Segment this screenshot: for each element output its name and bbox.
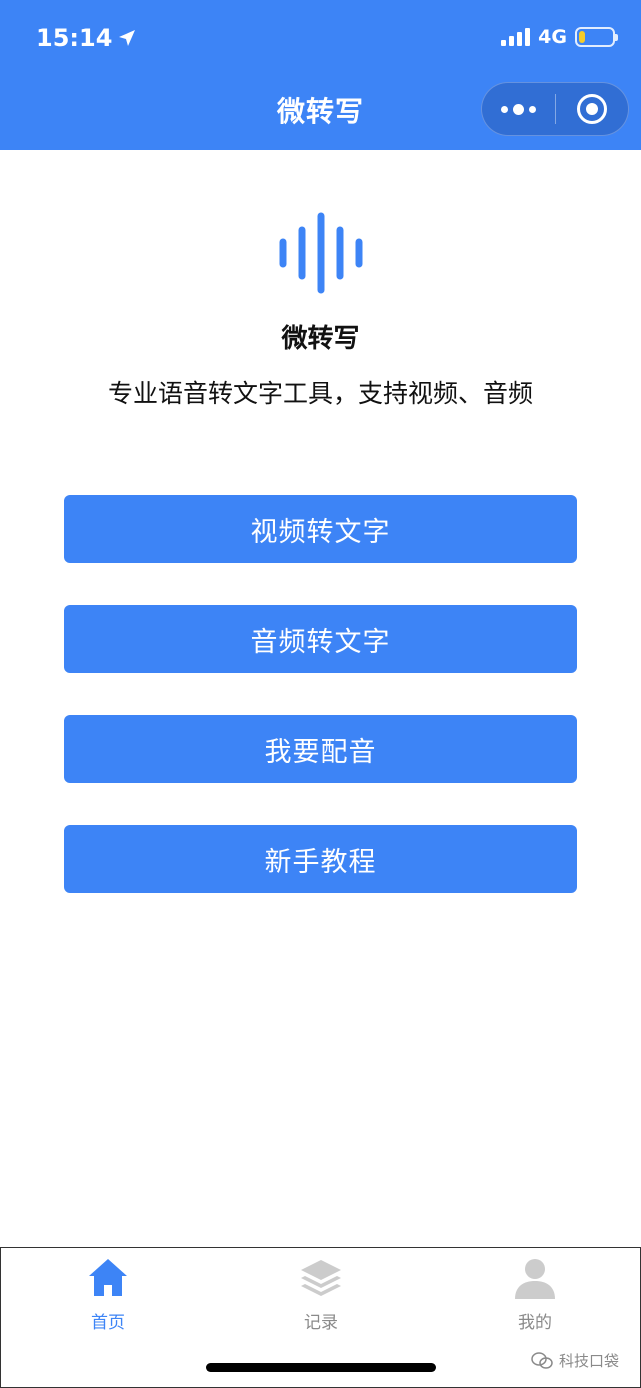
- mini-program-capsule: [481, 82, 629, 136]
- tutorial-button[interactable]: 新手教程: [64, 825, 577, 893]
- tab-home-label: 首页: [91, 1313, 125, 1333]
- user-icon: [515, 1259, 555, 1299]
- app-name: 微转写: [281, 324, 360, 354]
- screen: 15:14 4G 微转写 微转写 专业语音转文字工具，支持视频、音频 视频转文字…: [0, 0, 641, 1388]
- sound-wave-icon: [279, 212, 363, 294]
- target-circle-icon: [576, 94, 607, 124]
- close-button[interactable]: [556, 83, 629, 135]
- app-tagline: 专业语音转文字工具，支持视频、音频: [107, 379, 533, 408]
- video-to-text-button[interactable]: 视频转文字: [64, 495, 577, 563]
- home-indicator: [206, 1363, 436, 1372]
- tab-records[interactable]: 记录: [261, 1256, 381, 1333]
- location-arrow-icon: [119, 30, 136, 46]
- more-dots-icon: [500, 103, 536, 115]
- home-icon: [89, 1259, 127, 1296]
- watermark-text: 科技口袋: [558, 1352, 619, 1370]
- layers-icon: [301, 1260, 341, 1296]
- wechat-icon: [531, 1351, 553, 1369]
- action-list: 视频转文字 音频转文字 我要配音 新手教程: [64, 495, 577, 935]
- watermark: 科技口袋: [531, 1350, 619, 1371]
- tab-mine[interactable]: 我的: [475, 1256, 595, 1333]
- header: 15:14 4G 微转写: [0, 0, 641, 150]
- status-indicators: 4G: [501, 26, 618, 48]
- network-type: 4G: [538, 26, 567, 48]
- battery-level: [579, 31, 586, 43]
- status-time: 15:14: [36, 24, 136, 52]
- audio-to-text-button[interactable]: 音频转文字: [64, 605, 577, 673]
- tab-home[interactable]: 首页: [48, 1256, 168, 1333]
- tab-records-label: 记录: [304, 1313, 338, 1333]
- status-time-text: 15:14: [36, 24, 113, 52]
- battery-icon: [575, 27, 618, 47]
- more-button[interactable]: [482, 83, 555, 135]
- cellular-signal-icon: [501, 28, 531, 46]
- dubbing-button[interactable]: 我要配音: [64, 715, 577, 783]
- tab-mine-label: 我的: [518, 1313, 552, 1333]
